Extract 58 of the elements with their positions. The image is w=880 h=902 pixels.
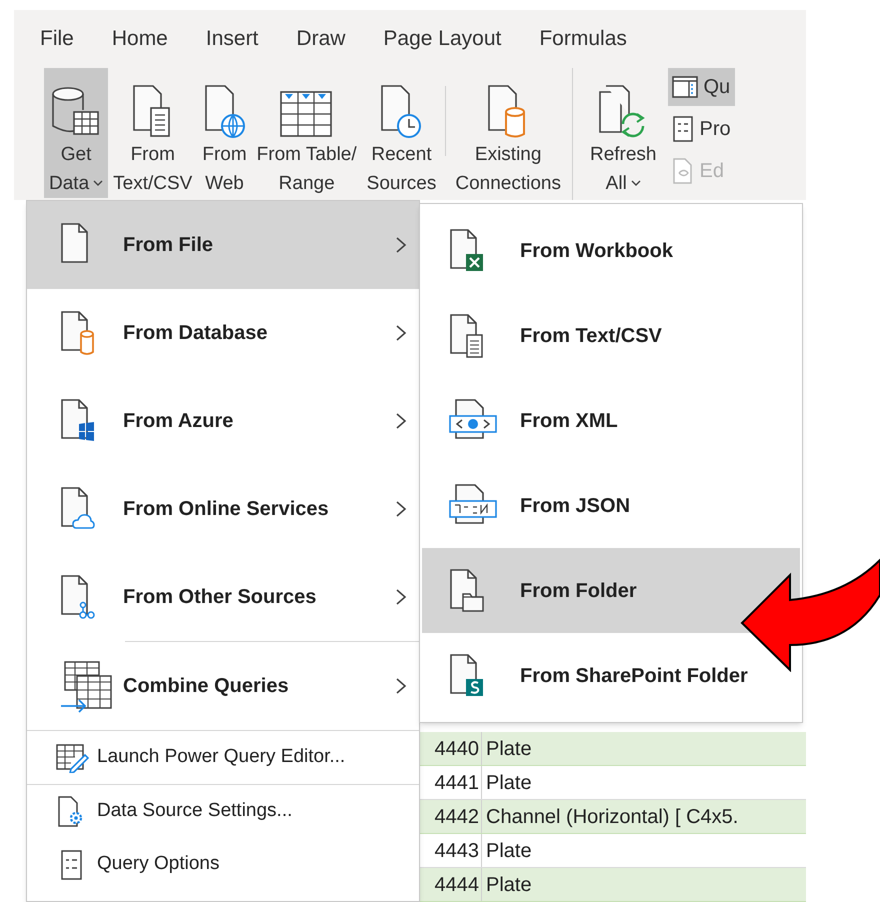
folder-document-icon: [448, 568, 484, 614]
ribbon-tab[interactable]: File: [40, 23, 74, 55]
ribbon-tab[interactable]: Page Layout: [383, 23, 502, 55]
chevron-right-icon: [395, 324, 407, 342]
table-cell-text: Plate: [485, 838, 532, 864]
ribbon-button[interactable]: Recent Sources: [362, 68, 442, 198]
ribbon-button[interactable]: Get Data: [44, 68, 108, 198]
ribbon-small-button[interactable]: Pro: [668, 110, 735, 148]
table-pencil-icon: [55, 742, 89, 772]
connections-document-icon: [59, 574, 95, 620]
ribbon-button[interactable]: Existing Connections: [450, 68, 566, 198]
ribbon-tab[interactable]: Home: [112, 23, 168, 55]
chevron-right-icon: [395, 677, 407, 695]
options-icon: [59, 850, 85, 880]
table-icon: [278, 90, 335, 140]
menu-item[interactable]: Launch Power Query Editor...: [27, 731, 419, 784]
menu-item[interactable]: From Other Sources: [27, 553, 419, 641]
chevron-right-icon: [395, 236, 407, 254]
table-cell-text: Plate: [485, 736, 532, 762]
ribbon-button[interactable]: From Table/ Range: [252, 68, 362, 198]
menu-item[interactable]: From SharePoint Folder: [422, 633, 800, 718]
excel-document-icon: [448, 228, 484, 274]
menu-item[interactable]: From JSON: [422, 463, 800, 548]
cloud-document-icon: [59, 486, 95, 532]
table-cell-text: Plate: [485, 872, 532, 898]
windows-document-icon: [59, 398, 95, 444]
menu-item[interactable]: From File: [27, 201, 419, 289]
menu-item[interactable]: From Text/CSV: [422, 293, 800, 378]
caret-icon: [630, 180, 641, 187]
properties-icon: [672, 116, 694, 142]
menu-item[interactable]: From Workbook: [422, 208, 800, 293]
ribbon-small-button[interactable]: Qu: [668, 68, 735, 106]
clock-document-icon: [379, 84, 424, 140]
menu-item[interactable]: Query Options: [27, 838, 419, 891]
sharepoint-document-icon: [448, 652, 484, 698]
ribbon-tab[interactable]: Insert: [206, 23, 258, 55]
chevron-right-icon: [395, 412, 407, 430]
panel-icon: [672, 76, 698, 98]
ribbon-button[interactable]: Refresh All: [584, 68, 662, 198]
menu-item[interactable]: From Folder: [422, 548, 800, 633]
table-cell-text: Channel (Horizontal) [ C4x5.: [485, 804, 738, 830]
ribbon-button[interactable]: From Text/CSV: [108, 68, 198, 198]
menu-item[interactable]: From Azure: [27, 377, 419, 465]
menu-item[interactable]: Data Source Settings...: [27, 785, 419, 838]
chevron-right-icon: [395, 500, 407, 518]
menu-item[interactable]: From Database: [27, 289, 419, 377]
menu-item[interactable]: From Online Services: [27, 465, 419, 553]
table-cell-text: Plate: [485, 770, 532, 796]
menu-item[interactable]: Combine Queries: [27, 642, 419, 730]
database-document-icon: [59, 310, 95, 356]
ribbon-button[interactable]: From Web: [197, 68, 252, 198]
caret-icon: [93, 180, 104, 187]
text-document-icon: [448, 312, 484, 358]
chevron-right-icon: [395, 588, 407, 606]
menu-item[interactable]: From XML: [422, 378, 800, 463]
ribbon-tab[interactable]: Formulas: [539, 23, 627, 55]
ribbon-tab[interactable]: Draw: [296, 23, 346, 55]
web-document-icon: [202, 84, 246, 140]
